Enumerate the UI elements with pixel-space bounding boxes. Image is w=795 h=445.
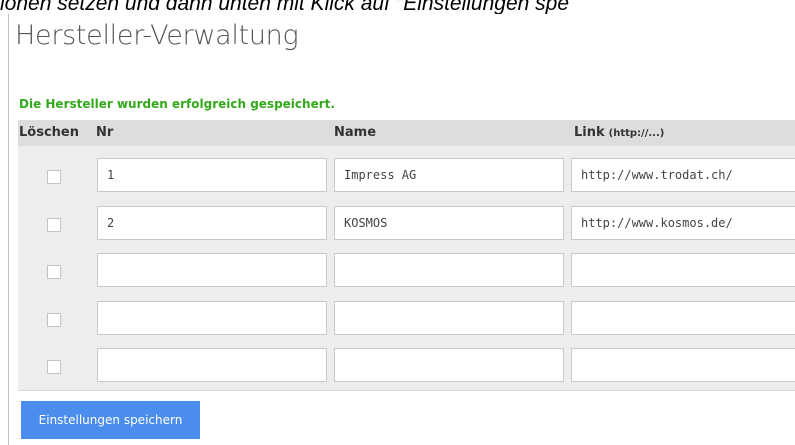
nr-input[interactable] [97, 206, 327, 240]
header-link-hint: (http://...) [608, 128, 665, 139]
header-nr: Nr [96, 125, 114, 140]
name-input[interactable] [334, 348, 564, 382]
name-input[interactable] [334, 301, 564, 335]
save-settings-button[interactable]: Einstellungen speichern [21, 401, 200, 439]
manufacturer-panel: Hersteller-Verwaltung Die Hersteller wur… [8, 14, 795, 445]
success-message: Die Hersteller wurden erfolgreich gespei… [19, 97, 335, 111]
link-input[interactable] [571, 206, 795, 240]
nr-input[interactable] [97, 348, 327, 382]
table-row [18, 204, 795, 252]
table-row [18, 299, 795, 347]
delete-checkbox[interactable] [47, 218, 61, 232]
delete-checkbox[interactable] [47, 170, 61, 184]
page-title: Hersteller-Verwaltung [15, 20, 299, 51]
name-input[interactable] [334, 206, 564, 240]
delete-checkbox[interactable] [47, 360, 61, 374]
header-link: Link (http://...) [574, 125, 664, 140]
delete-checkbox[interactable] [47, 313, 61, 327]
header-delete: Löschen [19, 125, 79, 140]
nr-input[interactable] [97, 253, 327, 287]
link-input[interactable] [571, 158, 795, 192]
nr-input[interactable] [97, 301, 327, 335]
manufacturer-table: Löschen Nr Name Link (http://...) [18, 120, 795, 391]
instruction-caption: iönen setzen und dann unten mit Klick au… [0, 0, 569, 15]
link-input[interactable] [571, 253, 795, 287]
link-input[interactable] [571, 348, 795, 382]
table-row [18, 156, 795, 204]
table-header: Löschen Nr Name Link (http://...) [18, 120, 795, 146]
table-row [18, 346, 795, 394]
table-row [18, 251, 795, 299]
header-link-label: Link [574, 125, 605, 140]
name-input[interactable] [334, 253, 564, 287]
delete-checkbox[interactable] [47, 265, 61, 279]
header-name: Name [334, 125, 377, 140]
link-input[interactable] [571, 301, 795, 335]
nr-input[interactable] [97, 158, 327, 192]
name-input[interactable] [334, 158, 564, 192]
